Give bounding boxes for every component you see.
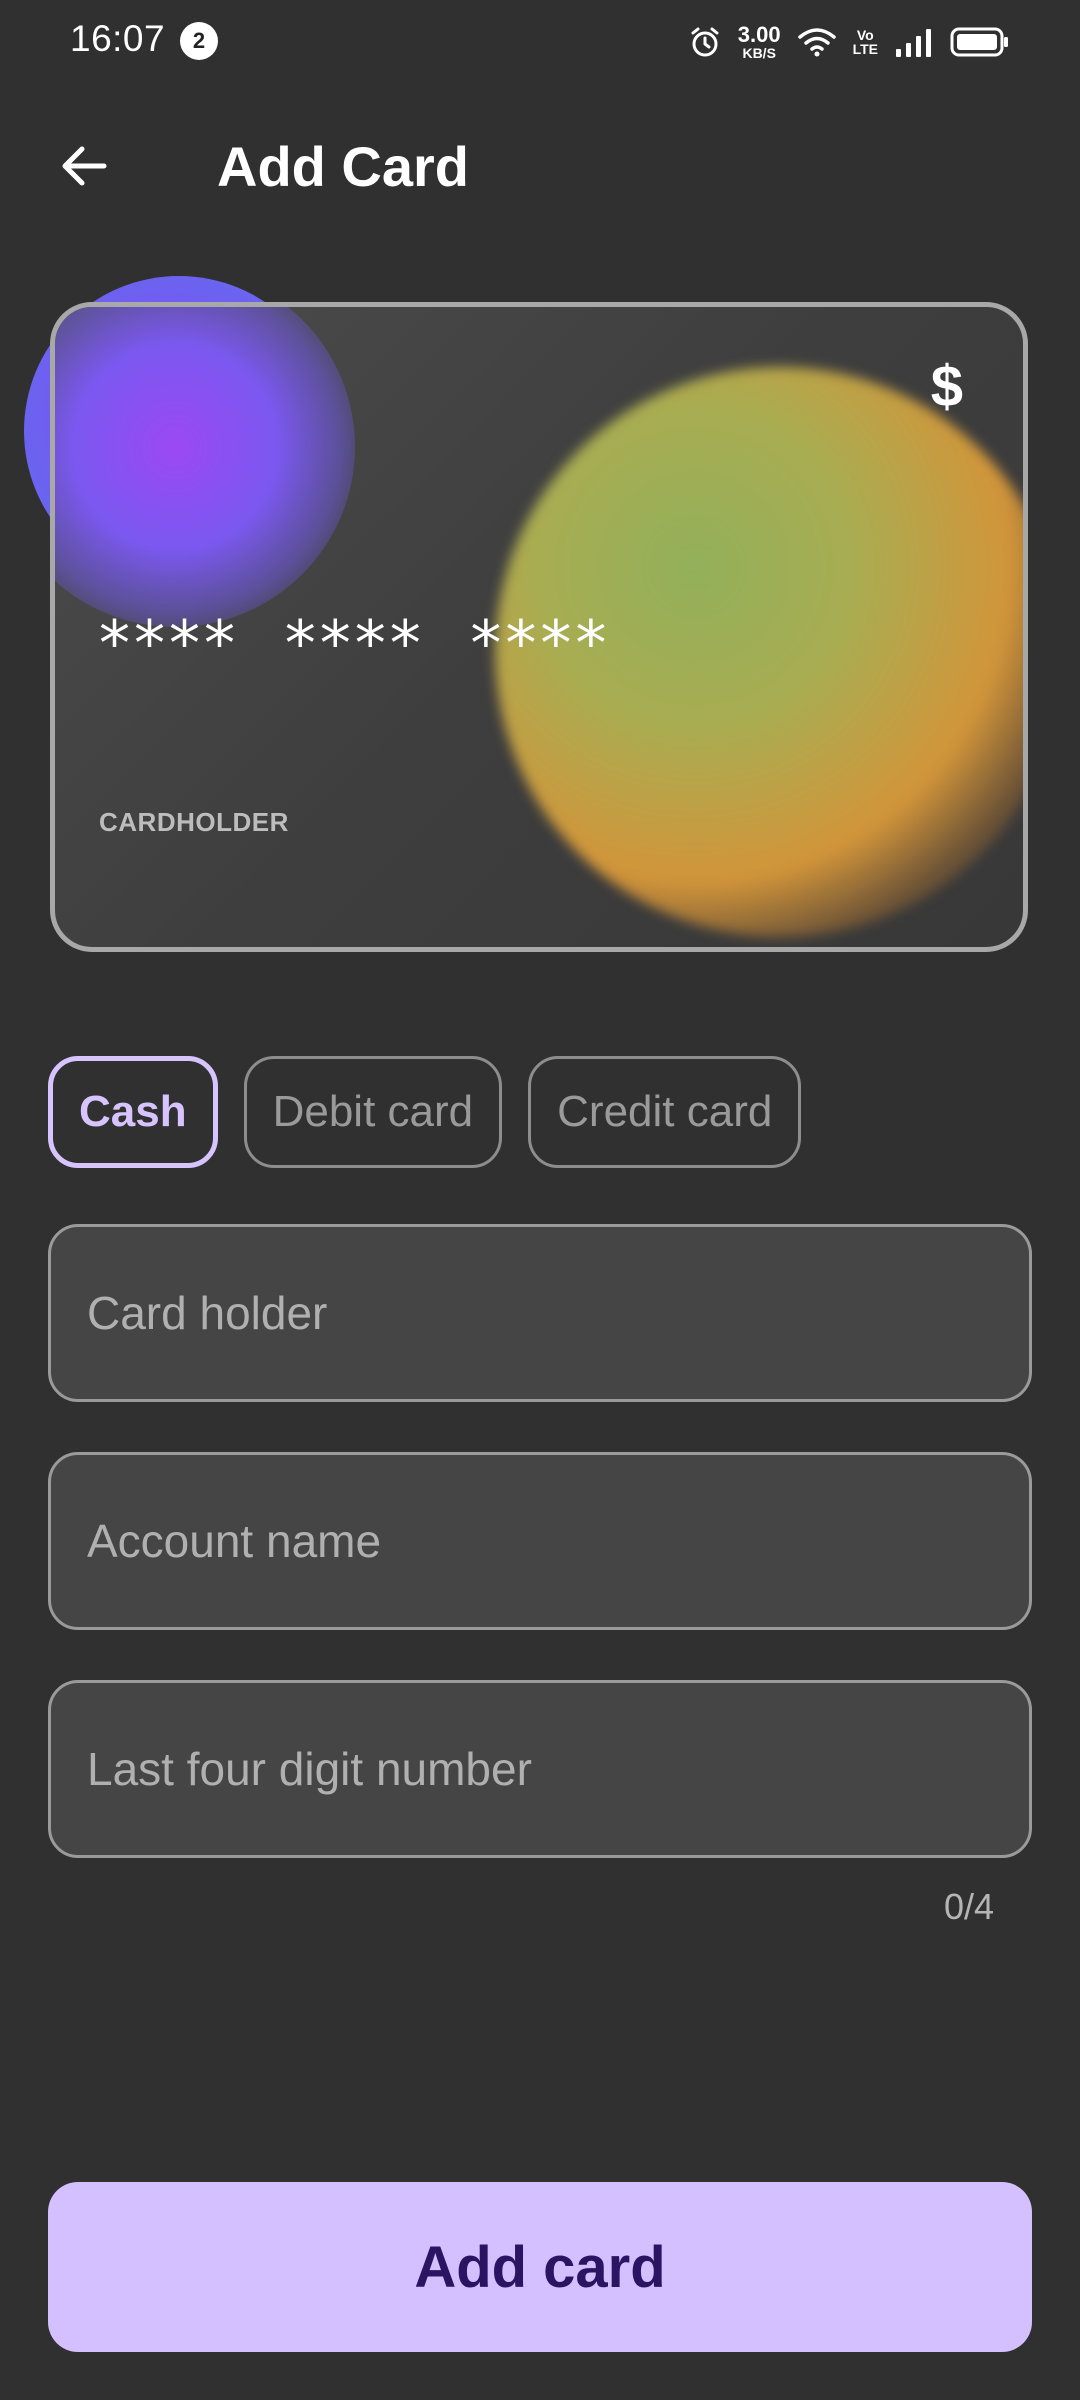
arrow-left-icon <box>62 146 107 186</box>
page-title: Add Card <box>217 135 469 198</box>
volte-indicator: Vo LTE <box>853 28 878 56</box>
status-bar: 16:07 2 3.00 KB/S Vo LTE <box>0 0 1080 80</box>
status-time: 16:07 <box>70 18 166 59</box>
volte-bottom: LTE <box>852 41 878 57</box>
notification-count-badge: 2 <box>180 22 218 60</box>
card-holder-field[interactable] <box>48 1224 1032 1402</box>
currency-symbol: $ <box>930 354 963 419</box>
last-four-digits-input[interactable] <box>85 1741 1029 1797</box>
card-holder-input[interactable] <box>85 1285 1029 1341</box>
status-icons: 3.00 KB/S Vo LTE <box>688 18 1010 66</box>
battery-icon <box>950 27 1008 57</box>
chip-cash[interactable]: Cash <box>48 1056 218 1168</box>
back-button[interactable] <box>48 130 120 202</box>
last-four-digits-field[interactable] <box>48 1680 1032 1858</box>
alarm-icon <box>691 27 719 57</box>
add-card-button[interactable]: Add card <box>48 2182 1032 2352</box>
payment-type-chips: Cash Debit card Credit card <box>48 1056 802 1168</box>
card-purple-glow <box>55 307 355 627</box>
network-speed: 3.00 KB/S <box>737 22 781 61</box>
volte-top: Vo <box>856 27 874 43</box>
network-speed-value: 3.00 <box>737 22 781 47</box>
signal-icon <box>896 29 931 57</box>
account-name-input[interactable] <box>85 1513 1029 1569</box>
chip-debit-card[interactable]: Debit card <box>243 1056 503 1168</box>
last-four-digits-counter: 0/4 <box>943 1886 994 1927</box>
cardholder-label: CARDHOLDER <box>99 807 289 837</box>
account-name-field[interactable] <box>48 1452 1032 1630</box>
card-preview: $ **** **** **** CARDHOLDER <box>50 302 1028 952</box>
card-number-mask: **** **** **** <box>99 607 611 680</box>
network-speed-unit: KB/S <box>742 45 776 61</box>
wifi-icon <box>797 28 836 57</box>
chip-credit-card[interactable]: Credit card <box>528 1056 802 1168</box>
